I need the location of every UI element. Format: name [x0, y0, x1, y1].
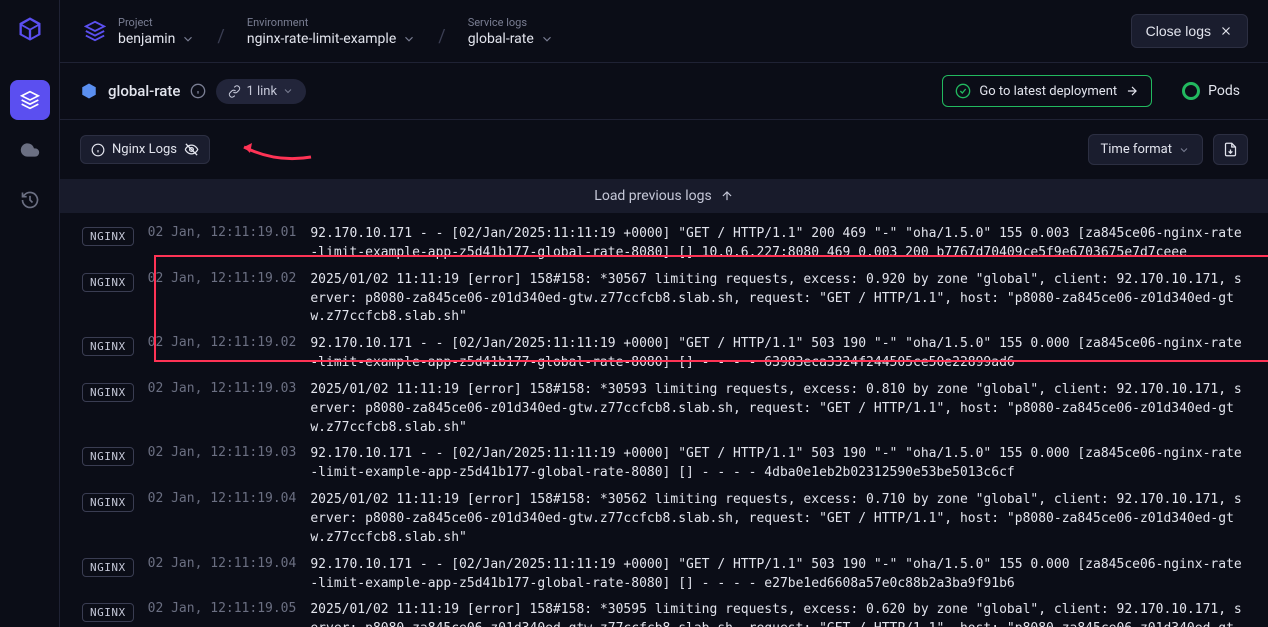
close-logs-label: Close logs	[1146, 23, 1211, 39]
chevron-down-icon	[282, 85, 294, 97]
log-tag: NGINX	[82, 227, 134, 246]
service-name: global-rate	[108, 82, 180, 100]
chevron-down-icon	[1178, 144, 1190, 156]
log-message: 2025/01/02 11:11:19 [error] 158#158: *30…	[310, 491, 1246, 548]
toolbar: Nginx Logs Time format	[60, 120, 1268, 179]
log-message: 2025/01/02 11:11:19 [error] 158#158: *30…	[310, 381, 1246, 438]
chevron-down-icon	[181, 32, 195, 46]
sidebar	[0, 0, 60, 627]
nginx-chip-label: Nginx Logs	[112, 142, 177, 157]
info-icon	[91, 143, 105, 157]
log-row[interactable]: NGINX 02 Jan, 12:11:19.02 92.170.10.171 - …	[72, 331, 1256, 377]
latest-deployment-button[interactable]: Go to latest deployment	[942, 75, 1152, 107]
log-tag: NGINX	[82, 383, 134, 402]
divider: /	[438, 16, 445, 47]
divider: /	[217, 16, 224, 47]
crumb-label: Environment	[247, 16, 416, 29]
link-icon	[228, 85, 241, 98]
log-timestamp: 02 Jan, 12:11:19.05	[148, 601, 297, 616]
time-format-button[interactable]: Time format	[1088, 134, 1204, 165]
pods-label: Pods	[1208, 83, 1240, 99]
log-timestamp: 02 Jan, 12:11:19.04	[148, 491, 297, 506]
log-row[interactable]: NGINX 02 Jan, 12:11:19.01 92.170.10.171 - …	[72, 221, 1256, 267]
log-message: 92.170.10.171 - - [02/Jan/2025:11:11:19 …	[310, 445, 1246, 483]
breadcrumb-servicelogs[interactable]: Service logs global-rate	[468, 16, 554, 47]
subheader: global-rate 1 link Go to latest deployme…	[60, 63, 1268, 120]
log-timestamp: 02 Jan, 12:11:19.03	[148, 381, 297, 396]
log-row[interactable]: NGINX 02 Jan, 12:11:19.05 2025/01/02 11:11…	[72, 597, 1256, 627]
logs-container: NGINX 02 Jan, 12:11:19.01 92.170.10.171 - …	[60, 213, 1268, 627]
log-tag: NGINX	[82, 337, 134, 356]
log-message: 92.170.10.171 - - [02/Jan/2025:11:11:19 …	[310, 556, 1246, 594]
layers-icon	[80, 16, 110, 46]
log-message: 2025/01/02 11:11:19 [error] 158#158: *30…	[310, 271, 1246, 328]
download-icon	[1223, 142, 1238, 157]
link-chip[interactable]: 1 link	[216, 79, 306, 104]
load-previous-label: Load previous logs	[594, 188, 711, 204]
close-logs-button[interactable]: Close logs	[1131, 14, 1248, 48]
sidebar-item-cloud[interactable]	[10, 130, 50, 170]
log-tag: NGINX	[82, 558, 134, 577]
log-timestamp: 02 Jan, 12:11:19.03	[148, 445, 297, 460]
log-timestamp: 02 Jan, 12:11:19.02	[148, 335, 297, 350]
ring-icon	[1182, 82, 1200, 100]
crumb-label: Service logs	[468, 16, 554, 29]
nginx-logs-chip[interactable]: Nginx Logs	[80, 135, 210, 164]
breadcrumb-project[interactable]: Project benjamin	[118, 16, 195, 47]
info-icon[interactable]	[190, 83, 206, 99]
sidebar-item-history[interactable]	[10, 180, 50, 220]
app-logo-icon	[13, 12, 47, 46]
close-icon	[1219, 24, 1233, 38]
log-row[interactable]: NGINX 02 Jan, 12:11:19.04 92.170.10.171 - …	[72, 552, 1256, 598]
log-timestamp: 02 Jan, 12:11:19.04	[148, 556, 297, 571]
time-format-label: Time format	[1101, 142, 1173, 157]
chevron-down-icon	[540, 32, 554, 46]
log-message: 92.170.10.171 - - [02/Jan/2025:11:11:19 …	[310, 335, 1246, 373]
log-row[interactable]: NGINX 02 Jan, 12:11:19.03 2025/01/02 11:11…	[72, 377, 1256, 442]
download-button[interactable]	[1213, 134, 1248, 165]
log-tag: NGINX	[82, 493, 134, 512]
arrow-up-icon	[720, 189, 734, 203]
link-chip-label: 1 link	[246, 84, 277, 99]
log-timestamp: 02 Jan, 12:11:19.01	[148, 225, 297, 240]
log-row[interactable]: NGINX 02 Jan, 12:11:19.04 2025/01/02 11:11…	[72, 487, 1256, 552]
crumb-value: nginx-rate-limit-example	[247, 31, 396, 47]
pods-button[interactable]: Pods	[1174, 76, 1248, 106]
cube-icon	[80, 82, 98, 100]
check-circle-icon	[955, 83, 971, 99]
log-row[interactable]: NGINX 02 Jan, 12:11:19.03 92.170.10.171 - …	[72, 441, 1256, 487]
crumb-label: Project	[118, 16, 195, 29]
load-previous-button[interactable]: Load previous logs	[60, 179, 1268, 213]
chevron-down-icon	[402, 32, 416, 46]
sidebar-item-layers[interactable]	[10, 80, 50, 120]
log-tag: NGINX	[82, 273, 134, 292]
log-message: 2025/01/02 11:11:19 [error] 158#158: *30…	[310, 601, 1246, 627]
latest-deploy-label: Go to latest deployment	[979, 84, 1117, 99]
log-row[interactable]: NGINX 02 Jan, 12:11:19.02 2025/01/02 11:11…	[72, 267, 1256, 332]
log-tag: NGINX	[82, 447, 134, 466]
log-timestamp: 02 Jan, 12:11:19.02	[148, 271, 297, 286]
breadcrumb-environment[interactable]: Environment nginx-rate-limit-example	[247, 16, 416, 47]
crumb-value: benjamin	[118, 31, 175, 47]
crumb-value: global-rate	[468, 31, 534, 47]
topbar: Project benjamin / Environment nginx-rat…	[60, 0, 1268, 63]
annotation-arrow-icon	[236, 135, 316, 165]
log-message: 92.170.10.171 - - [02/Jan/2025:11:11:19 …	[310, 225, 1246, 263]
eye-off-icon	[184, 142, 199, 157]
arrow-right-icon	[1125, 84, 1139, 98]
log-tag: NGINX	[82, 603, 134, 622]
